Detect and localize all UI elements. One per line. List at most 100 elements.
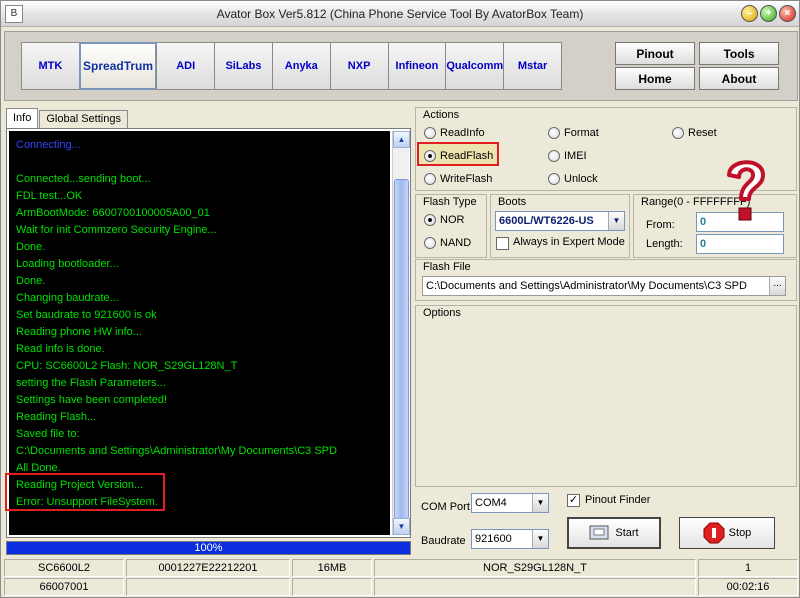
radio-format[interactable]: Format xyxy=(548,125,599,141)
chevron-down-icon[interactable]: ▼ xyxy=(532,494,548,512)
platform-tab-adi[interactable]: ADI xyxy=(156,42,216,90)
log-scrollbar[interactable]: ▲ ▼ xyxy=(392,131,410,535)
radio-label: Unlock xyxy=(564,173,598,185)
title-bar[interactable]: B Avator Box Ver5.812 (China Phone Servi… xyxy=(1,1,799,27)
radio-readinfo[interactable]: ReadInfo xyxy=(424,125,485,141)
start-label: Start xyxy=(615,527,639,539)
radio-icon xyxy=(548,150,560,162)
options-title: Options xyxy=(422,307,462,319)
radio-label: Format xyxy=(564,127,599,139)
stop-icon xyxy=(703,522,725,544)
log-line: C:\Documents and Settings\Administrator\… xyxy=(16,445,337,457)
platform-tab-qualcomm[interactable]: Qualcomm xyxy=(445,42,505,90)
flash-file-group: Flash File C:\Documents and Settings\Adm… xyxy=(415,259,797,301)
options-group: Options xyxy=(415,305,797,487)
question-mark-icon xyxy=(727,160,765,221)
log-line: Set baudrate to 921600 is ok xyxy=(16,309,157,321)
log-line: Connecting... xyxy=(16,139,81,151)
radio-icon xyxy=(672,127,684,139)
status-empty-3 xyxy=(374,578,696,596)
scroll-down-icon[interactable]: ▼ xyxy=(393,518,410,535)
radio-label: NAND xyxy=(440,237,472,249)
radio-selected-icon xyxy=(424,150,436,162)
flash-type-group: Flash Type NOR NAND xyxy=(415,194,487,258)
pinout-finder-checkbox[interactable]: ✓ xyxy=(567,494,580,507)
com-port-value: COM4 xyxy=(475,497,507,509)
log-line: Settings have been completed! xyxy=(16,394,168,406)
com-port-label: COM Port xyxy=(421,501,470,513)
platform-tab-mtk[interactable]: MTK xyxy=(21,42,80,90)
boots-group: Boots 6600L/WT6226-US ▼ Always in Expert… xyxy=(490,194,630,258)
com-port-select[interactable]: COM4 ▼ xyxy=(471,493,549,513)
app-window: B Avator Box Ver5.812 (China Phone Servi… xyxy=(0,0,800,598)
radio-nand[interactable]: NAND xyxy=(424,235,471,251)
radio-readflash[interactable]: ReadFlash xyxy=(424,148,493,164)
minimize-icon: – xyxy=(746,8,753,19)
radio-writeflash[interactable]: WriteFlash xyxy=(424,171,492,187)
maximize-button[interactable]: + xyxy=(760,5,777,22)
platform-tab-spreadtrum[interactable]: SpreadTrum xyxy=(78,42,158,90)
status-flash-size: 16MB xyxy=(292,559,372,577)
scroll-up-icon[interactable]: ▲ xyxy=(393,131,410,148)
radio-nor[interactable]: NOR xyxy=(424,212,464,228)
platform-tab-silabs[interactable]: SiLabs xyxy=(214,42,273,90)
chevron-down-icon[interactable]: ▼ xyxy=(532,530,548,548)
log-line: Read info is done. xyxy=(16,343,105,355)
log-line: Connected...sending boot... xyxy=(16,173,151,185)
pinout-button[interactable]: Pinout xyxy=(615,42,695,65)
minimize-button[interactable]: – xyxy=(741,5,758,22)
tools-button[interactable]: Tools xyxy=(699,42,779,65)
progress-bar: 100% xyxy=(6,541,411,555)
platform-tab-anyka[interactable]: Anyka xyxy=(271,42,331,90)
start-button[interactable]: Start xyxy=(567,517,661,549)
baudrate-label: Baudrate xyxy=(421,535,466,547)
radio-unlock[interactable]: Unlock xyxy=(548,171,598,187)
radio-label: ReadFlash xyxy=(440,150,494,162)
radio-selected-icon xyxy=(424,214,436,226)
progress-label: 100% xyxy=(194,542,223,554)
stop-label: Stop xyxy=(728,527,752,539)
window-title: Avator Box Ver5.812 (China Phone Service… xyxy=(216,7,584,21)
about-button[interactable]: About xyxy=(699,67,779,90)
length-input[interactable]: 0 xyxy=(696,234,784,254)
tab-global-settings[interactable]: Global Settings xyxy=(39,110,128,128)
radio-imei[interactable]: IMEI xyxy=(548,148,587,164)
scrollbar-thumb[interactable] xyxy=(394,179,409,519)
expert-mode-checkbox[interactable] xyxy=(496,237,509,250)
close-button[interactable]: × xyxy=(779,5,796,22)
radio-label: WriteFlash xyxy=(440,173,493,185)
chevron-down-icon[interactable]: ▼ xyxy=(608,212,624,230)
radio-label: NOR xyxy=(440,214,465,226)
radio-icon xyxy=(548,127,560,139)
platform-tab-mstar[interactable]: Mstar xyxy=(503,42,562,90)
baudrate-select[interactable]: 921600 ▼ xyxy=(471,529,549,549)
status-elapsed-time: 00:02:16 xyxy=(698,578,798,596)
status-count: 1 xyxy=(698,559,798,577)
log-line: Saved file to: xyxy=(16,428,80,440)
baudrate-value: 921600 xyxy=(475,533,512,545)
header-panel: MTK SpreadTrum ADI SiLabs Anyka NXP Infi… xyxy=(4,31,798,101)
info-tabs: Info Global Settings xyxy=(6,108,129,129)
platform-tabs: MTK SpreadTrum ADI SiLabs Anyka NXP Infi… xyxy=(21,42,562,90)
checkmark-icon: ✓ xyxy=(568,494,579,506)
platform-tab-nxp[interactable]: NXP xyxy=(329,42,389,90)
platform-tab-infineon[interactable]: Infineon xyxy=(387,42,447,90)
boots-select[interactable]: 6600L/WT6226-US ▼ xyxy=(495,211,625,231)
boots-value: 6600L/WT6226-US xyxy=(499,215,594,227)
log-line: setting the Flash Parameters... xyxy=(16,377,166,389)
start-icon xyxy=(589,525,609,540)
log-line: Reading phone HW info... xyxy=(16,326,142,338)
radio-reset[interactable]: Reset xyxy=(672,125,717,141)
tab-info[interactable]: Info xyxy=(6,108,39,129)
browse-button[interactable]: ... xyxy=(769,277,785,295)
status-boot-id: 66007001 xyxy=(4,578,124,596)
status-empty-2 xyxy=(292,578,372,596)
home-button[interactable]: Home xyxy=(615,67,695,90)
close-icon: × xyxy=(784,8,791,19)
flash-file-path[interactable]: C:\Documents and Settings\Administrator\… xyxy=(422,276,786,296)
stop-button[interactable]: Stop xyxy=(679,517,775,549)
status-bar: SC6600L2 0001227E22212201 16MB NOR_S29GL… xyxy=(4,559,798,597)
log-line: Reading Flash... xyxy=(16,411,97,423)
flash-type-title: Flash Type xyxy=(422,196,478,208)
